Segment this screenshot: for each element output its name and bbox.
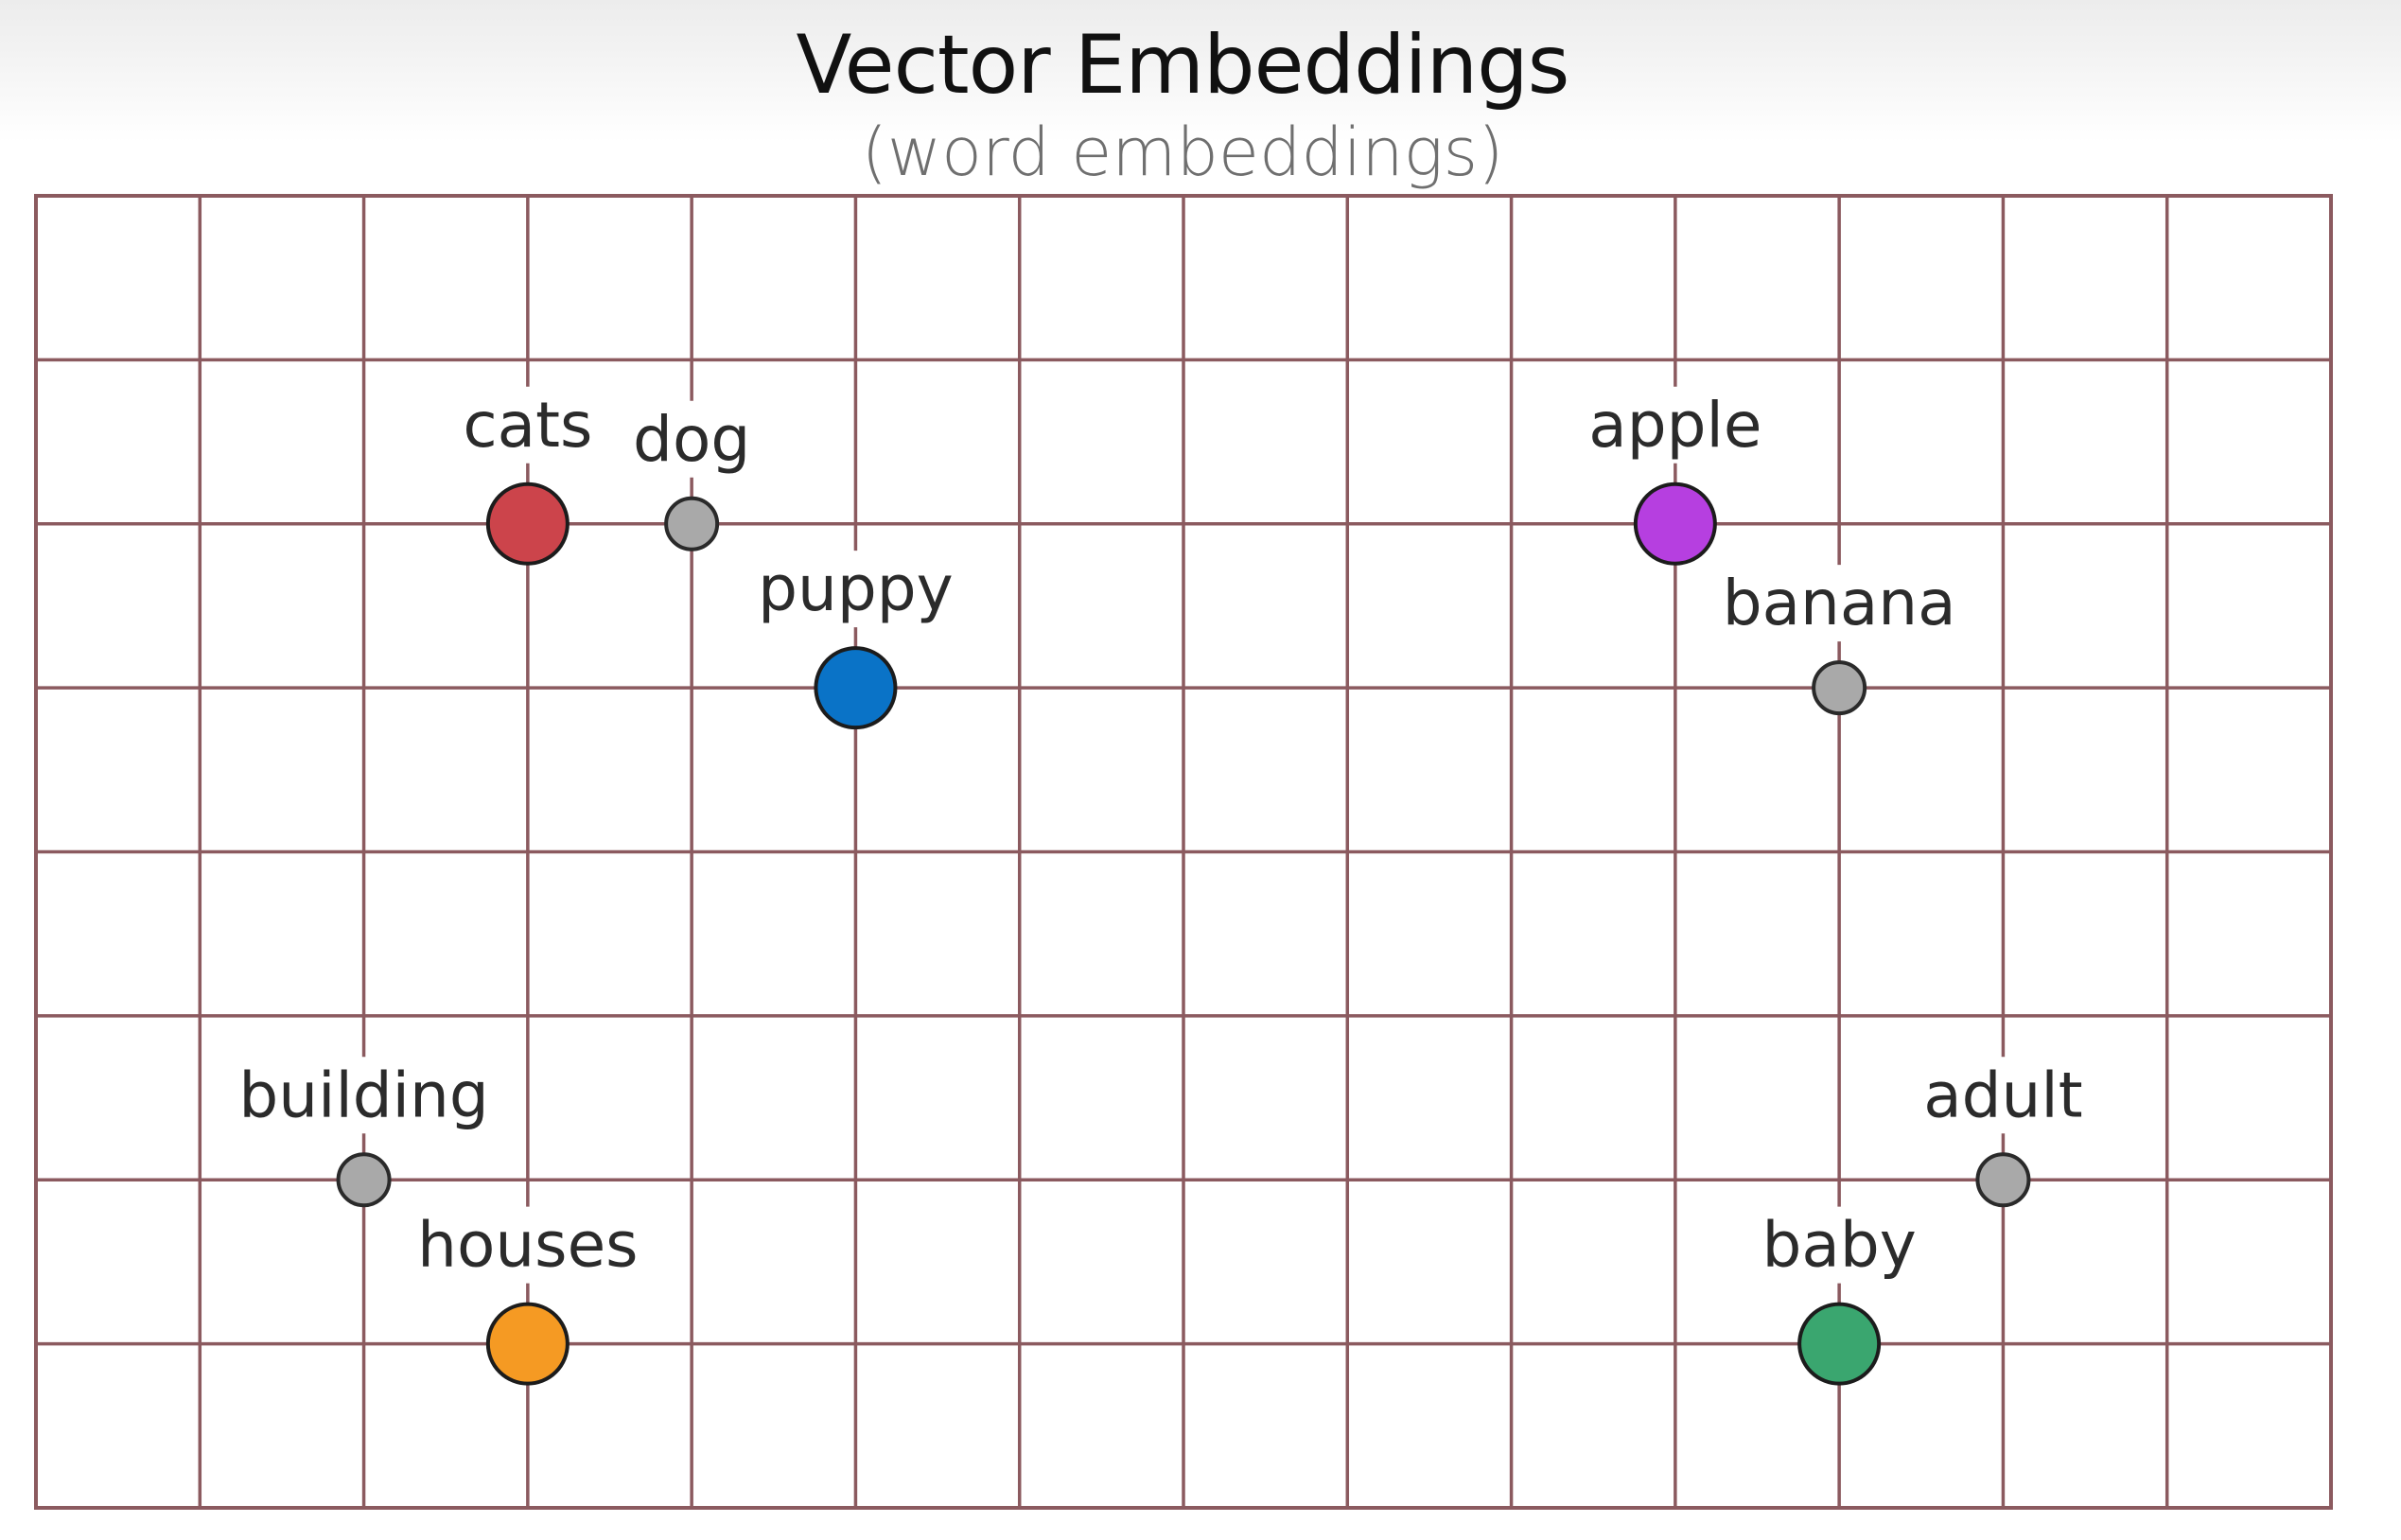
point-label-cats: cats xyxy=(463,389,592,462)
point-marker-adult xyxy=(1975,1152,2031,1208)
vector-embeddings-diagram: Vector Embeddings (word embeddings) cats… xyxy=(34,18,2333,1510)
point-label-baby: baby xyxy=(1761,1209,1916,1282)
point-marker-dog xyxy=(664,496,720,551)
point-marker-puppy xyxy=(814,646,898,730)
diagram-title: Vector Embeddings xyxy=(797,18,1569,113)
point-label-dog: dog xyxy=(633,403,750,476)
point-marker-building xyxy=(336,1152,392,1208)
slide: Vector Embeddings (word embeddings) cats… xyxy=(0,0,2401,1540)
point-marker-baby xyxy=(1797,1302,1882,1386)
diagram-subtitle: (word embeddings) xyxy=(862,114,1504,191)
point-marker-apple xyxy=(1633,481,1717,566)
point-label-apple: apple xyxy=(1588,389,1761,462)
point-label-puppy: puppy xyxy=(758,552,954,625)
grid xyxy=(34,194,2333,1510)
point-marker-cats xyxy=(485,481,570,566)
point-label-houses: houses xyxy=(417,1209,638,1282)
point-label-building: building xyxy=(238,1059,488,1131)
point-label-adult: adult xyxy=(1923,1059,2082,1131)
point-marker-houses xyxy=(485,1302,570,1386)
point-label-banana: banana xyxy=(1723,567,1956,639)
point-marker-banana xyxy=(1812,660,1867,716)
